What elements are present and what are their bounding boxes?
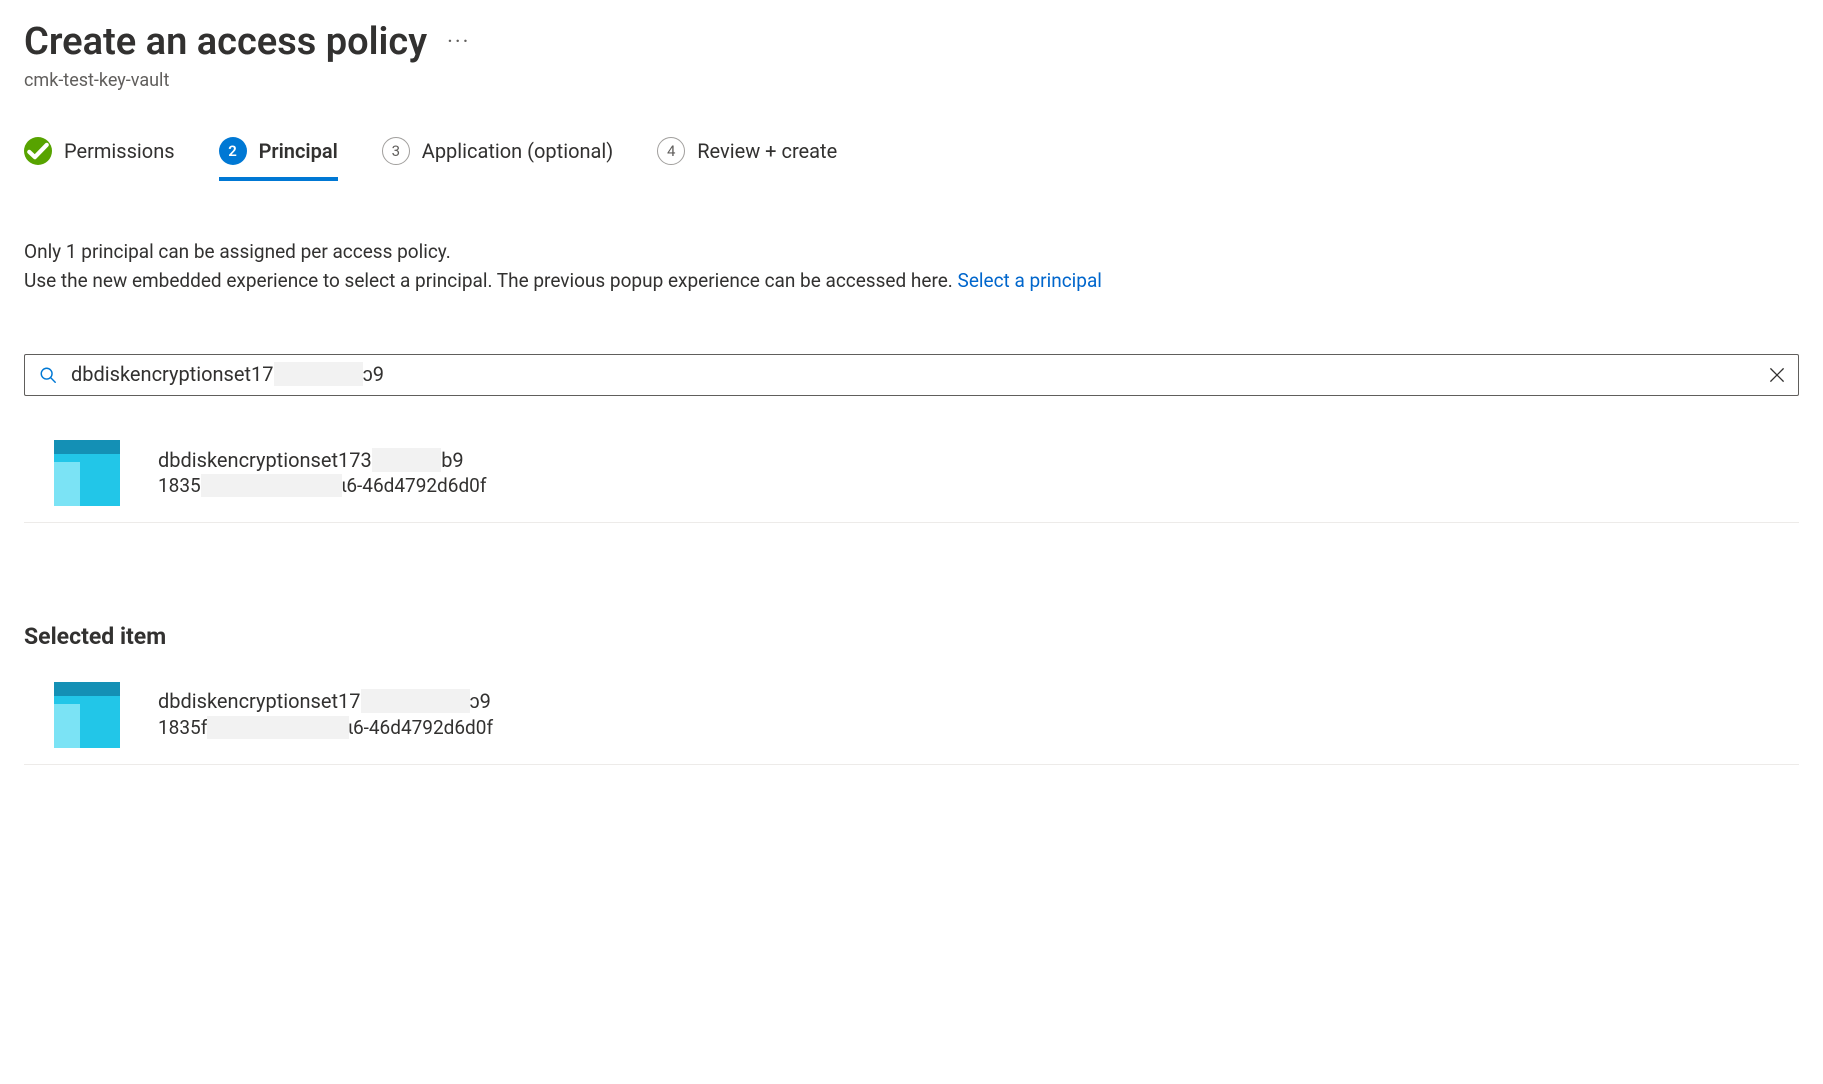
principal-result-row[interactable]: dbdiskencryptionset173xxxxxxxb9 1835xxxx… — [24, 428, 1799, 523]
principal-id: 1835xxxxxxxxxxxxxxxɩ6-46d4792d6d0f — [158, 474, 486, 498]
info-line-1: Only 1 principal can be assigned per acc… — [24, 237, 1799, 266]
selected-item-heading: Selected item — [24, 623, 1799, 650]
principal-search-box[interactable]: dbdiskencryptionset17xxxxxxxxxɔ9 — [24, 354, 1799, 396]
wizard-tabs: Permissions 2 Principal 3 Application (o… — [24, 137, 1799, 181]
clear-search-icon[interactable] — [1766, 364, 1788, 386]
select-principal-link[interactable]: Select a principal — [958, 269, 1102, 292]
selected-principal-id: 1835fxxxxxxxxxxxxxxxɩ6-46d4792d6d0f — [158, 716, 493, 740]
tab-label: Application (optional) — [422, 139, 613, 163]
managed-identity-icon — [54, 682, 120, 748]
tab-principal[interactable]: 2 Principal — [219, 137, 338, 181]
tab-application[interactable]: 3 Application (optional) — [382, 137, 613, 181]
tab-permissions[interactable]: Permissions — [24, 137, 175, 181]
info-line-2: Use the new embedded experience to selec… — [24, 266, 1799, 295]
search-icon — [39, 366, 57, 384]
more-actions-icon[interactable]: ··· — [447, 30, 470, 55]
managed-identity-icon — [54, 440, 120, 506]
principal-search-input[interactable]: dbdiskencryptionset17xxxxxxxxxɔ9 — [71, 362, 1752, 387]
info-text: Only 1 principal can be assigned per acc… — [24, 237, 1799, 296]
step-number-badge: 4 — [657, 137, 685, 165]
tab-label: Review + create — [697, 139, 837, 163]
step-number-badge: 3 — [382, 137, 410, 165]
selected-principal-row: dbdiskencryptionset17xxxxxxxxxxxɔ9 1835f… — [24, 660, 1799, 765]
tab-label: Permissions — [64, 139, 175, 163]
selected-principal-name: dbdiskencryptionset17xxxxxxxxxxxɔ9 — [158, 689, 493, 714]
step-number-badge: 2 — [219, 137, 247, 165]
principal-name: dbdiskencryptionset173xxxxxxxb9 — [158, 448, 486, 472]
tab-label: Principal — [259, 139, 338, 163]
check-icon — [24, 137, 52, 165]
resource-subtitle: cmk-test-key-vault — [24, 70, 1799, 91]
search-results: dbdiskencryptionset173xxxxxxxb9 1835xxxx… — [24, 428, 1799, 523]
tab-review-create[interactable]: 4 Review + create — [657, 137, 837, 181]
page-title: Create an access policy — [24, 20, 427, 64]
